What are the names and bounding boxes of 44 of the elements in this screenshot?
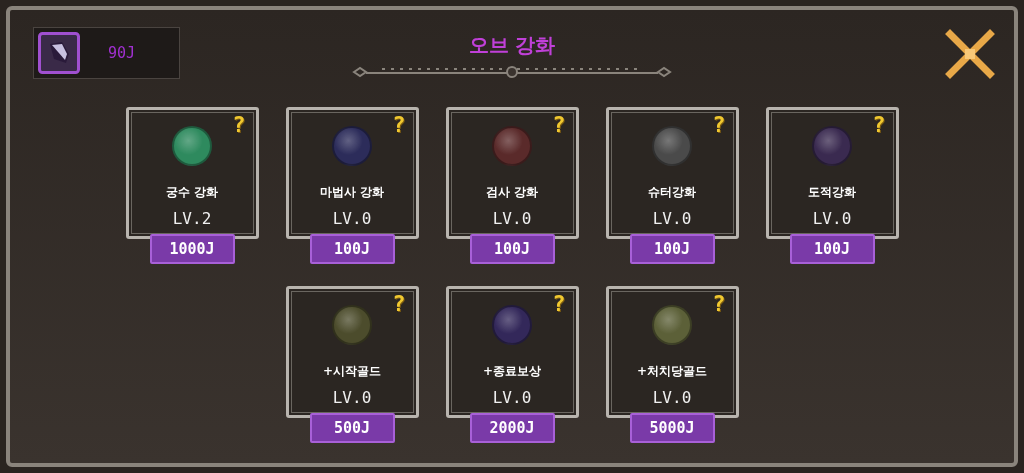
help-button[interactable]: ? xyxy=(392,293,406,315)
upgrade-card[interactable]: ? 궁수 강화 LV.2 xyxy=(125,107,259,239)
currency-amount: 90J xyxy=(108,44,136,62)
help-button[interactable]: ? xyxy=(712,114,726,136)
upgrade-name: 마법사 강화 xyxy=(319,184,385,201)
gem-icon xyxy=(38,32,80,74)
help-button[interactable]: ? xyxy=(552,114,566,136)
upgrade-card[interactable]: ? 도적강화 LV.0 xyxy=(765,107,899,239)
price-button[interactable]: 2000J xyxy=(469,413,555,443)
upgrade-name: +시작골드 xyxy=(322,363,382,380)
price-button[interactable]: 100J xyxy=(469,234,555,264)
close-button[interactable] xyxy=(944,28,996,80)
help-button[interactable]: ? xyxy=(712,293,726,315)
upgrade-level: LV.0 xyxy=(812,209,852,228)
upgrade-card[interactable]: ? +시작골드 LV.0 xyxy=(285,286,419,418)
upgrade-level: LV.0 xyxy=(492,209,532,228)
upgrade-name: 검사 강화 xyxy=(485,184,539,201)
upgrade-level: LV.2 xyxy=(172,209,212,228)
upgrade-card[interactable]: ? 슈터강화 LV.0 xyxy=(605,107,739,239)
upgrade-name: 도적강화 xyxy=(808,184,856,201)
upgrade-name: +종료보상 xyxy=(482,363,542,380)
price-button[interactable]: 500J xyxy=(309,413,395,443)
window-title: 오브 강화 xyxy=(468,32,556,59)
help-button[interactable]: ? xyxy=(392,114,406,136)
price-button[interactable]: 100J xyxy=(309,234,395,264)
upgrade-name: +처치당골드 xyxy=(636,363,708,380)
upgrade-card[interactable]: ? 마법사 강화 LV.0 xyxy=(285,107,419,239)
upgrade-name: 슈터강화 xyxy=(648,184,696,201)
price-button[interactable]: 100J xyxy=(629,234,715,264)
upgrade-level: LV.0 xyxy=(652,209,692,228)
upgrade-level: LV.0 xyxy=(492,388,532,407)
price-button[interactable]: 1000J xyxy=(149,234,235,264)
price-button[interactable]: 100J xyxy=(789,234,875,264)
upgrade-card[interactable]: ? +처치당골드 LV.0 xyxy=(605,286,739,418)
help-button[interactable]: ? xyxy=(552,293,566,315)
upgrade-card[interactable]: ? 검사 강화 LV.0 xyxy=(445,107,579,239)
upgrade-level: LV.0 xyxy=(332,209,372,228)
upgrade-level: LV.0 xyxy=(652,388,692,407)
price-button[interactable]: 5000J xyxy=(629,413,715,443)
upgrade-level: LV.0 xyxy=(332,388,372,407)
upgrade-name: 궁수 강화 xyxy=(165,184,219,201)
help-button[interactable]: ? xyxy=(872,114,886,136)
upgrade-card[interactable]: ? +종료보상 LV.0 xyxy=(445,286,579,418)
help-button[interactable]: ? xyxy=(232,114,246,136)
